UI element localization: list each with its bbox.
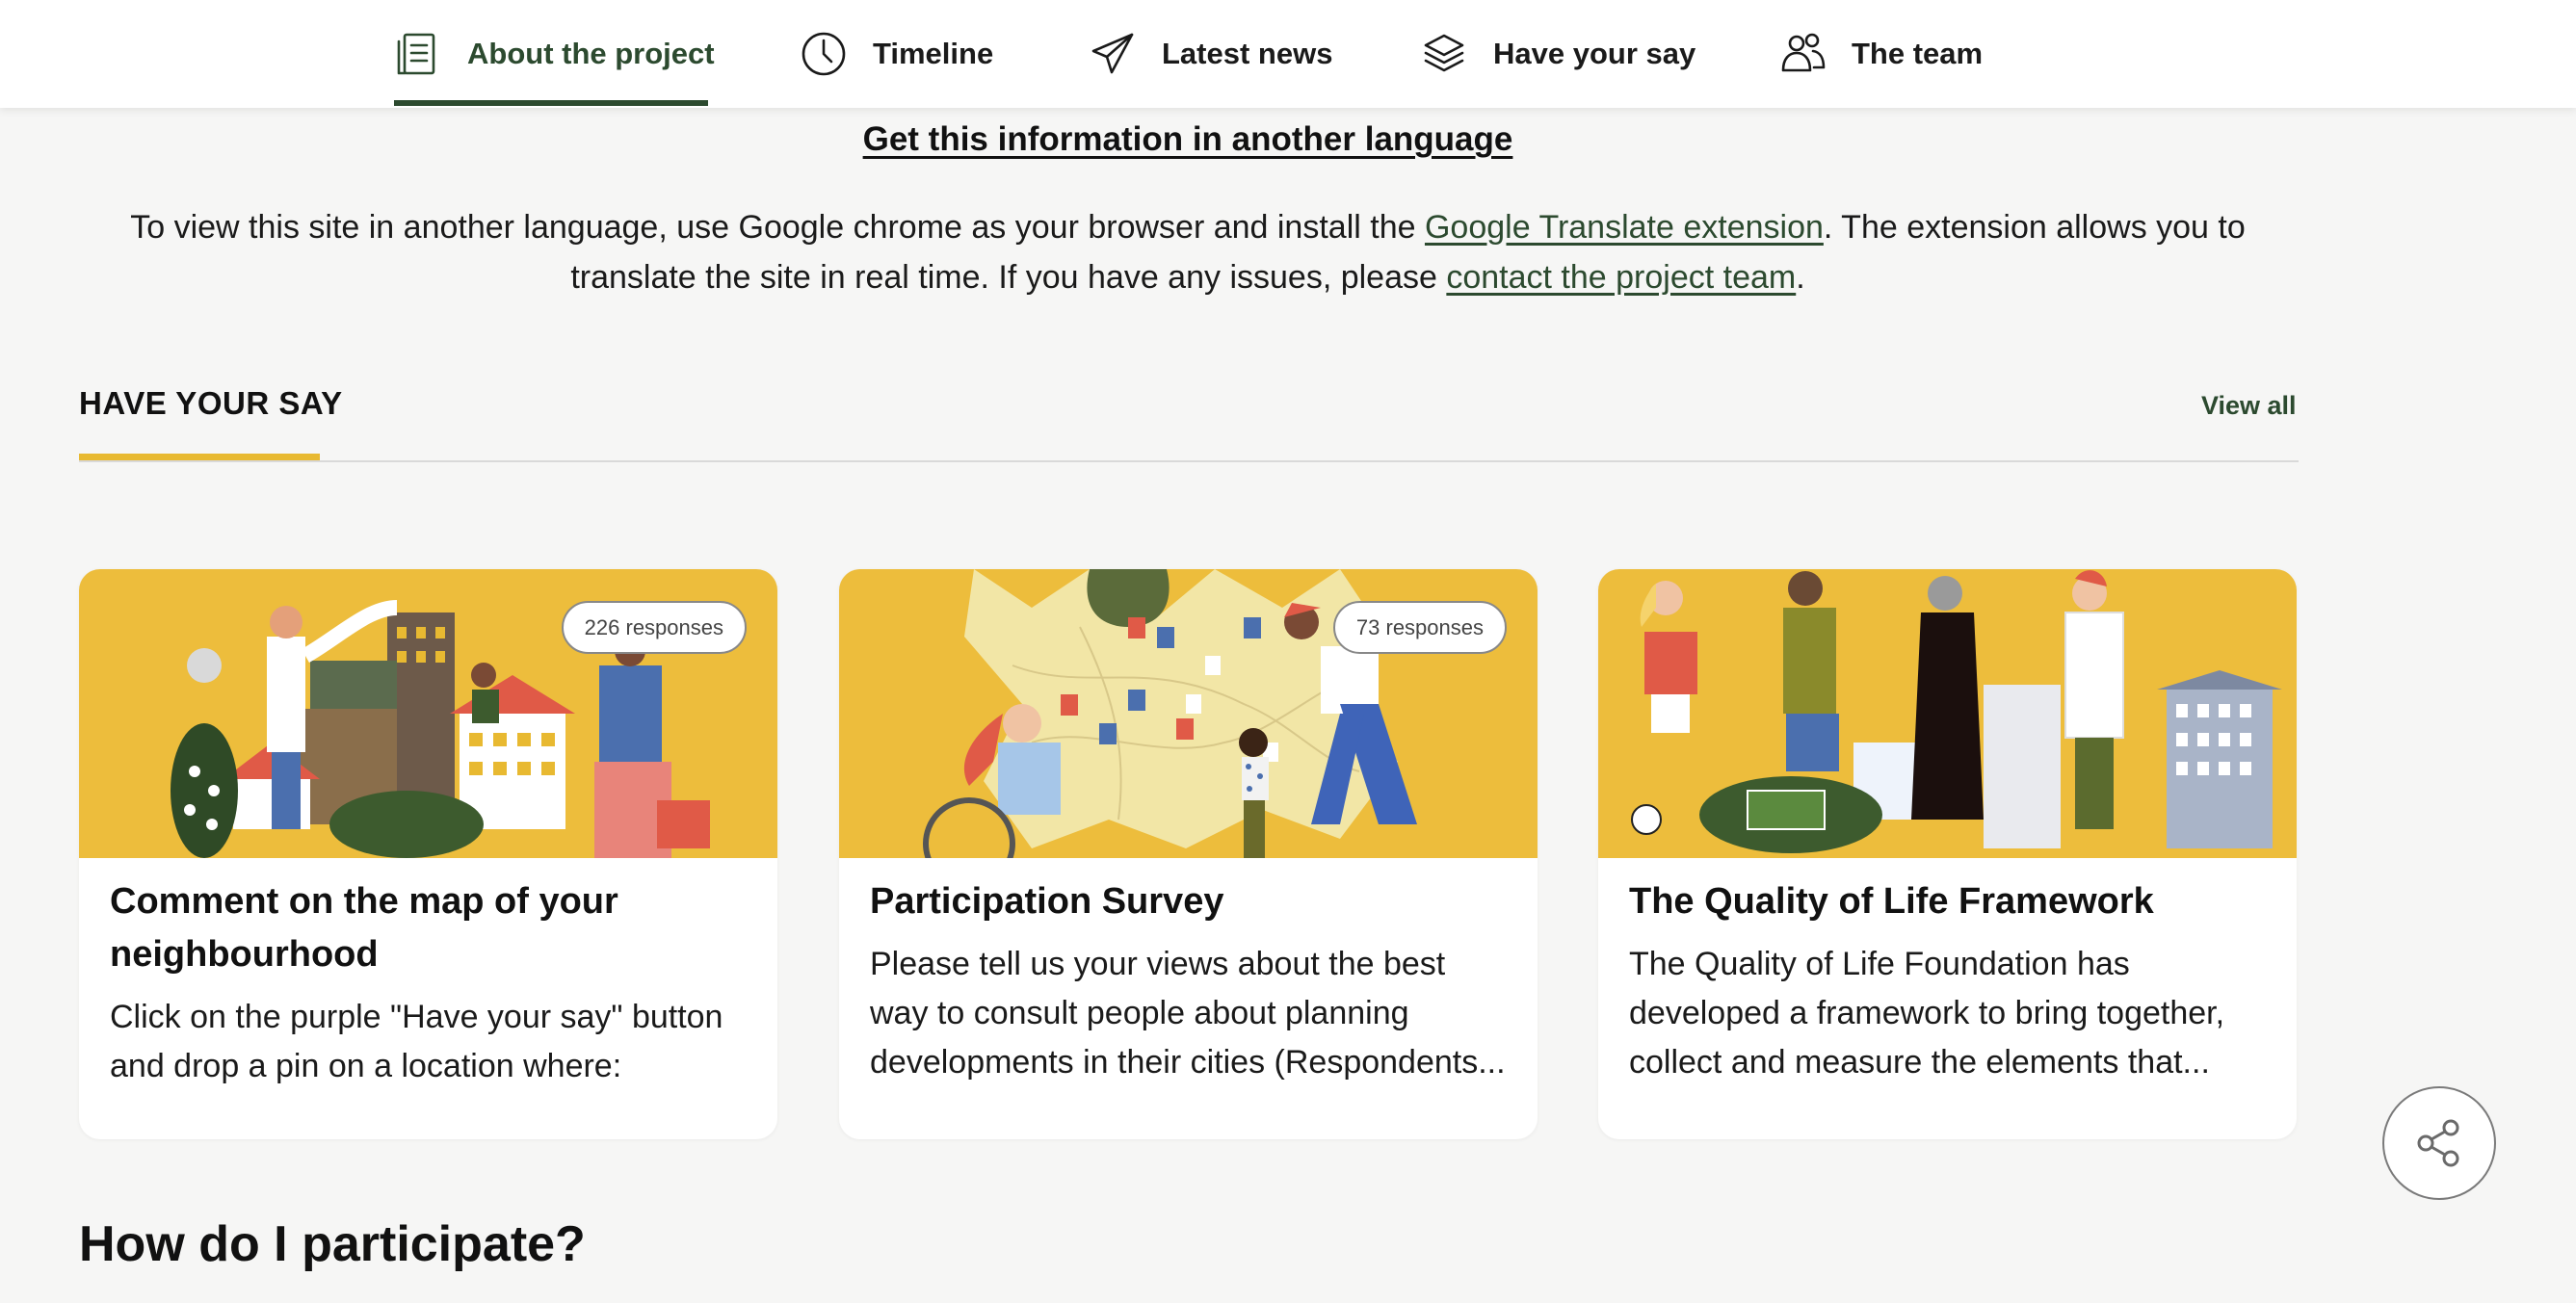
language-heading-link[interactable]: Get this information in another language: [0, 120, 2376, 159]
clock-icon: [802, 32, 846, 76]
card-description: Click on the purple "Have your say" butt…: [110, 999, 723, 1084]
card-description: The Quality of Life Foundation has devel…: [1629, 946, 2225, 1081]
nav-tab-timeline[interactable]: Timeline: [800, 0, 993, 108]
document-icon: [397, 33, 435, 75]
card-title: The Quality of Life Framework: [1629, 881, 2154, 922]
share-button[interactable]: [2382, 1086, 2496, 1200]
engagement-card-map[interactable]: 226 responses Comment on the map of your…: [79, 569, 777, 1139]
nav-tab-latest-news[interactable]: Latest news: [1089, 0, 1332, 108]
nav-tab-label: Timeline: [873, 37, 994, 70]
section-tab-indicator: [79, 454, 320, 460]
how-to-participate-heading: How do I participate?: [79, 1216, 586, 1272]
active-tab-indicator: [394, 100, 708, 106]
language-instructions: To view this site in another language, u…: [106, 202, 2270, 302]
people-icon: [1781, 33, 1826, 72]
response-count-badge: 226 responses: [561, 601, 747, 654]
card-title: Participation Survey: [870, 881, 1224, 922]
language-text-1: To view this site in another language, u…: [130, 209, 1425, 246]
google-translate-link[interactable]: Google Translate extension: [1425, 209, 1824, 246]
nav-tab-label: About the project: [467, 37, 715, 70]
top-navigation: About the project Timeline Latest news H…: [0, 0, 2576, 108]
nav-tab-about-the-project[interactable]: About the project: [394, 0, 715, 108]
card-description: Please tell us your views about the best…: [870, 946, 1506, 1081]
section-divider: [79, 460, 2299, 462]
nav-tab-have-your-say[interactable]: Have your say: [1420, 0, 1695, 108]
engagement-card-survey[interactable]: 73 responses Participation Survey Please…: [839, 569, 1538, 1139]
card-title: Comment on the map of your neighbourhood: [110, 881, 618, 975]
contact-project-team-link[interactable]: contact the project team: [1446, 259, 1796, 296]
engagement-card-framework[interactable]: The Quality of Life Framework The Qualit…: [1598, 569, 2297, 1139]
response-count-badge: 73 responses: [1332, 601, 1507, 654]
nav-tab-label: Latest news: [1162, 37, 1333, 70]
have-your-say-heading: HAVE YOUR SAY: [79, 385, 343, 421]
nav-tab-the-team[interactable]: The team: [1778, 0, 1983, 108]
view-all-link[interactable]: View all: [2201, 391, 2297, 421]
nav-tab-label: The team: [1852, 37, 1984, 70]
card-illustration-community: [1598, 569, 2297, 858]
share-icon: [2417, 1119, 2459, 1167]
paper-plane-icon: [1091, 33, 1134, 74]
language-text-3: .: [1796, 259, 1805, 296]
layers-icon: [1424, 34, 1464, 72]
nav-tab-label: Have your say: [1493, 37, 1696, 70]
